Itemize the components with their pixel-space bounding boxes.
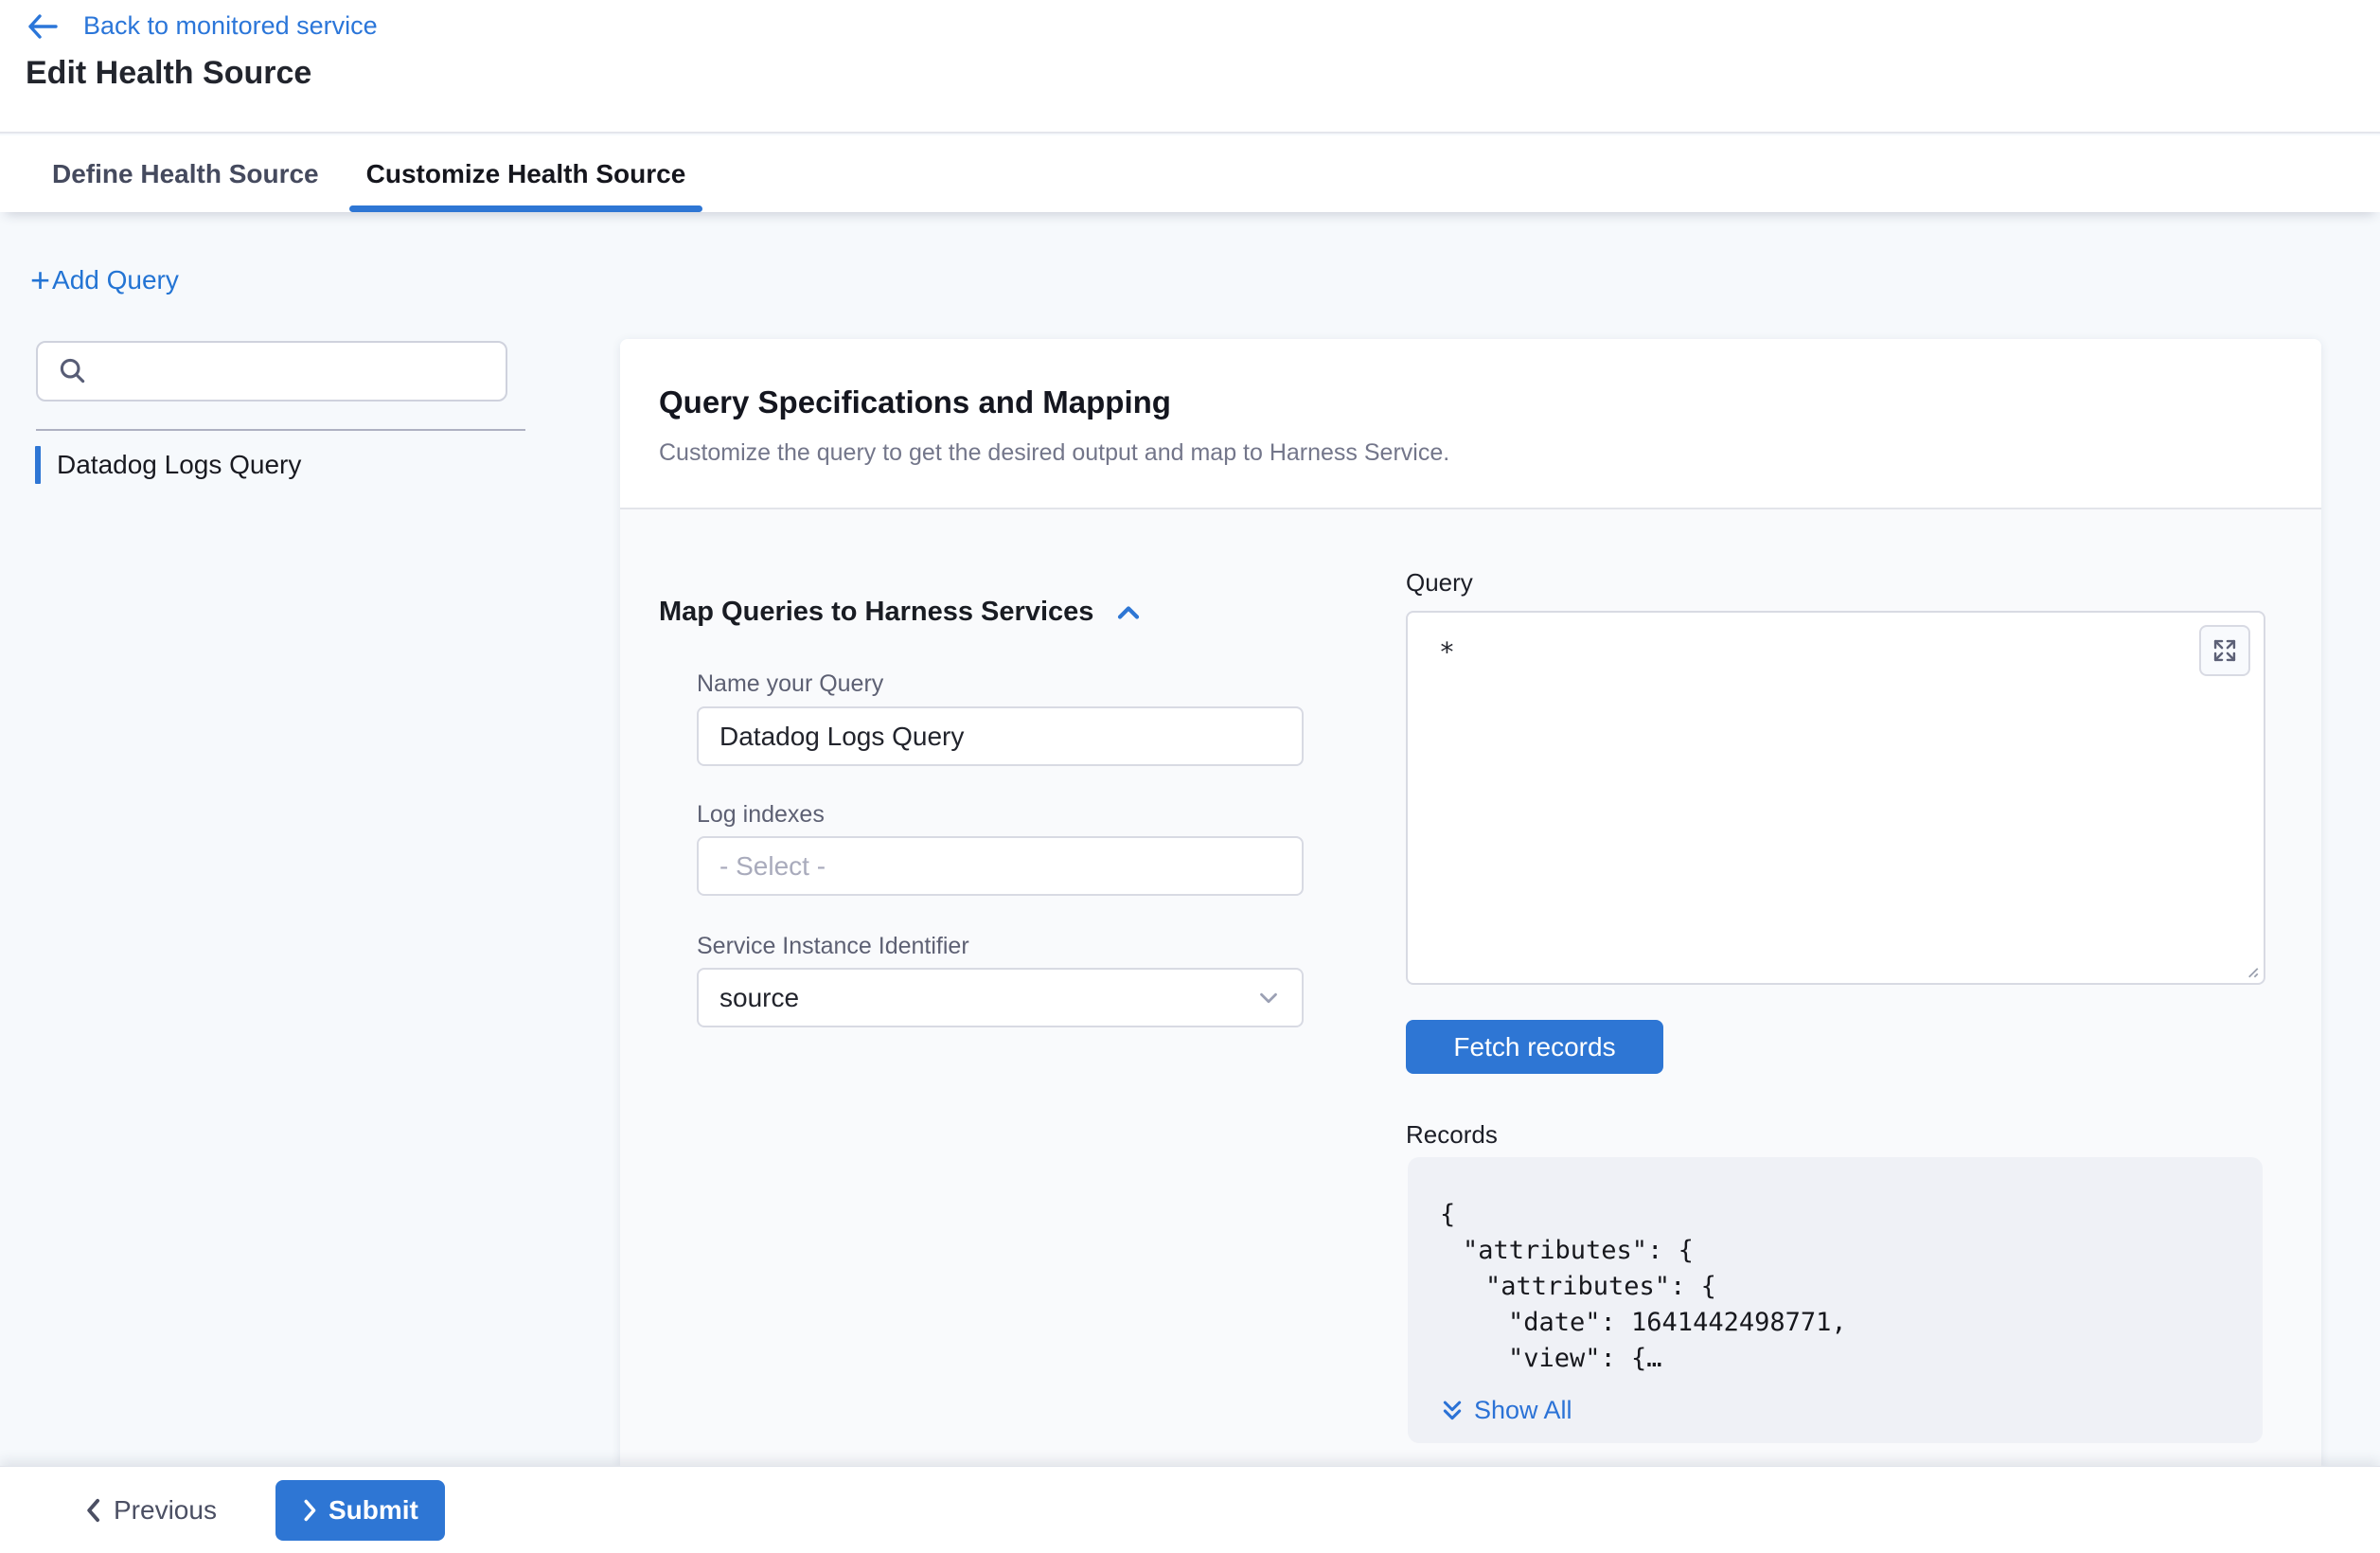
plus-icon: + bbox=[30, 266, 50, 295]
sidebar-divider bbox=[36, 429, 525, 431]
query-value: * bbox=[1439, 636, 1455, 668]
card-header: Query Specifications and Mapping Customi… bbox=[620, 339, 2321, 509]
selected-indicator bbox=[35, 446, 41, 484]
collapse-section-button[interactable] bbox=[1114, 601, 1143, 624]
add-query-label: Add Query bbox=[52, 265, 179, 295]
show-all-label: Show All bbox=[1474, 1396, 1572, 1425]
records-line: "attributes": { bbox=[1440, 1233, 2234, 1269]
card-subtitle: Customize the query to get the desired o… bbox=[659, 439, 1449, 467]
resize-handle-icon[interactable] bbox=[2243, 962, 2260, 979]
double-chevron-down-icon bbox=[1440, 1398, 1465, 1424]
tab-customize-health-source[interactable]: Customize Health Source bbox=[349, 135, 703, 212]
service-instance-value: source bbox=[719, 983, 799, 1013]
search-icon bbox=[57, 355, 89, 387]
card-title: Query Specifications and Mapping bbox=[659, 384, 1171, 420]
back-link-label: Back to monitored service bbox=[83, 11, 378, 41]
query-search bbox=[36, 341, 507, 402]
records-box: {"attributes": {"attributes": {"date": 1… bbox=[1408, 1157, 2263, 1443]
tab-bar: Define Health Source Customize Health So… bbox=[0, 135, 2380, 212]
service-instance-label: Service Instance Identifier bbox=[697, 933, 969, 960]
query-list: Datadog Logs Query bbox=[35, 444, 527, 486]
page-title: Edit Health Source bbox=[26, 55, 311, 92]
map-queries-section-header: Map Queries to Harness Services bbox=[659, 597, 1143, 628]
back-arrow-icon bbox=[27, 12, 59, 41]
tab-define-health-source[interactable]: Define Health Source bbox=[35, 135, 336, 212]
records-lines: {"attributes": {"attributes": {"date": 1… bbox=[1440, 1197, 2234, 1377]
query-item-label: Datadog Logs Query bbox=[57, 450, 301, 480]
name-query-field-wrap bbox=[697, 706, 1304, 766]
records-line: "date": 1641442498771, bbox=[1440, 1305, 2234, 1341]
chevron-down-icon bbox=[1256, 989, 1281, 1008]
log-indexes-label: Log indexes bbox=[697, 801, 825, 829]
service-instance-select[interactable]: source bbox=[697, 968, 1304, 1027]
chevron-right-icon bbox=[302, 1498, 319, 1523]
chevron-up-icon bbox=[1114, 601, 1143, 624]
add-query-button[interactable]: + Add Query bbox=[30, 265, 179, 295]
records-line: { bbox=[1440, 1197, 2234, 1233]
previous-label: Previous bbox=[114, 1495, 217, 1526]
edit-health-source-page: Back to monitored service Edit Health So… bbox=[0, 0, 2380, 1553]
query-list-item[interactable]: Datadog Logs Query bbox=[35, 444, 527, 486]
log-indexes-select[interactable]: - Select - bbox=[697, 836, 1304, 896]
query-label: Query bbox=[1406, 568, 1473, 598]
content-area: + Add Query Datadog Logs Query Query Spe… bbox=[0, 212, 2380, 1466]
submit-button[interactable]: Submit bbox=[275, 1480, 445, 1541]
log-indexes-placeholder: - Select - bbox=[719, 851, 826, 882]
expand-query-button[interactable] bbox=[2199, 625, 2250, 676]
name-query-input[interactable] bbox=[719, 722, 1281, 752]
fetch-records-button[interactable]: Fetch records bbox=[1406, 1020, 1663, 1074]
records-label: Records bbox=[1406, 1120, 1498, 1150]
expand-icon bbox=[2211, 637, 2238, 664]
submit-label: Submit bbox=[329, 1495, 418, 1526]
records-line: "attributes": { bbox=[1440, 1269, 2234, 1305]
search-input[interactable] bbox=[102, 357, 490, 386]
map-queries-title: Map Queries to Harness Services bbox=[659, 597, 1093, 628]
query-textarea[interactable]: * bbox=[1406, 611, 2265, 985]
back-link[interactable]: Back to monitored service bbox=[27, 11, 378, 41]
previous-button[interactable]: Previous bbox=[83, 1495, 217, 1526]
name-query-label: Name your Query bbox=[697, 670, 883, 698]
records-line: "view": {… bbox=[1440, 1341, 2234, 1377]
chevron-left-icon bbox=[83, 1497, 102, 1524]
show-all-button[interactable]: Show All bbox=[1440, 1396, 2234, 1425]
footer-bar: Previous Submit bbox=[0, 1466, 2380, 1553]
page-header: Back to monitored service Edit Health So… bbox=[0, 0, 2380, 134]
query-spec-card: Query Specifications and Mapping Customi… bbox=[620, 339, 2321, 1466]
